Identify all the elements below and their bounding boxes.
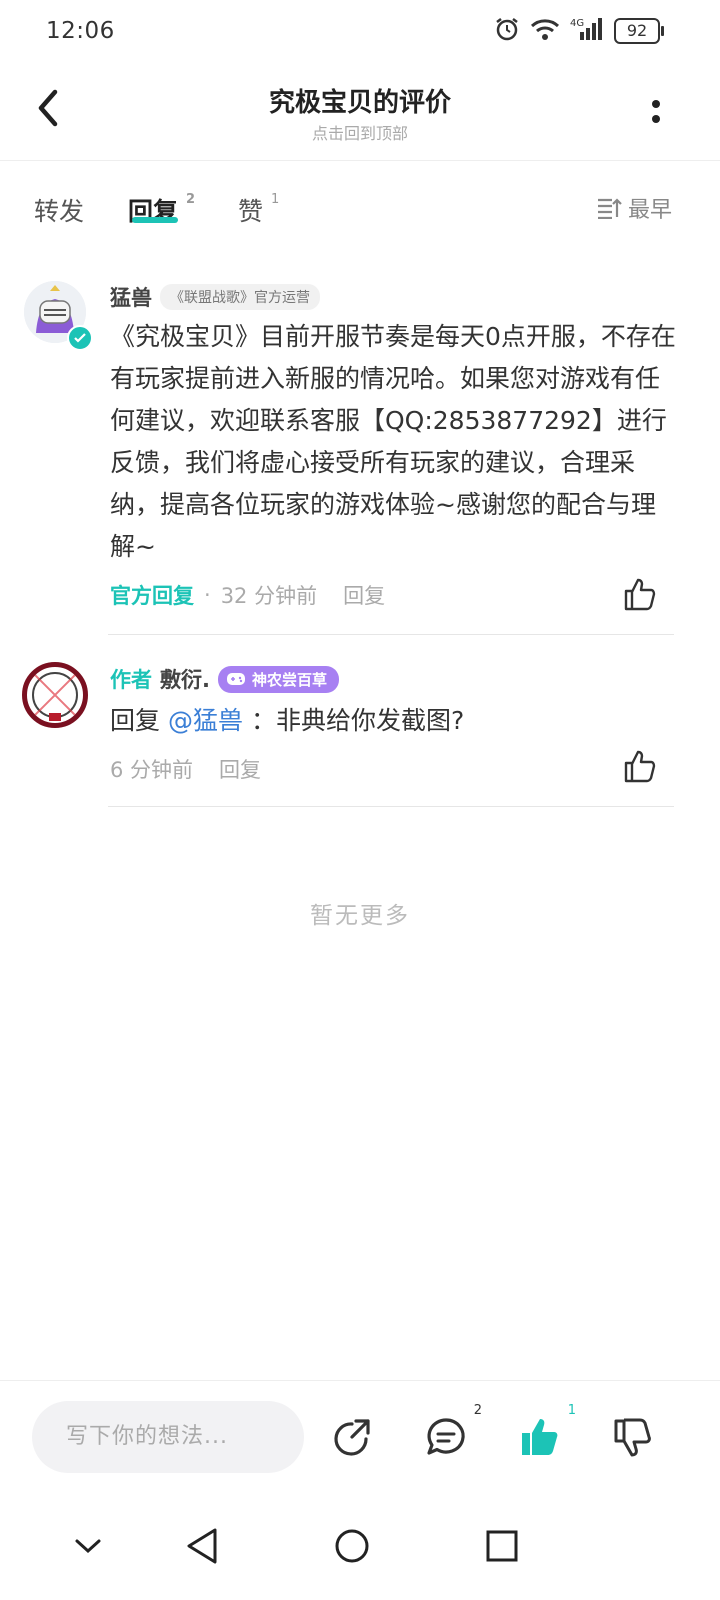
battery-indicator: 92 (614, 18, 664, 44)
username[interactable]: 敷衍. (160, 664, 210, 694)
header: 究极宝贝的评价 点击回到顶部 (0, 64, 720, 161)
dislike-button[interactable] (606, 1409, 662, 1465)
status-bar: 12:06 4G 92 (0, 0, 720, 64)
comment-meta: 官方回复 · 32 分钟前 回复 (110, 580, 385, 610)
more-options-button[interactable] (636, 92, 676, 132)
reply-prefix: 回复 (110, 706, 161, 735)
avatar-badge-image (27, 667, 83, 723)
reply-button[interactable]: 回复 (219, 754, 261, 784)
page-title: 究极宝贝的评价 (268, 88, 451, 118)
status-icons: 4G 92 (494, 16, 664, 46)
comment-header: 作者 敷衍. 神农尝百草 (110, 664, 339, 694)
tab-replies-count: 2 (186, 192, 196, 207)
dot-separator: · (204, 583, 211, 607)
comment-button[interactable]: 2 (418, 1403, 482, 1465)
tab-forward-label: 转发 (34, 197, 85, 226)
nav-home-button[interactable] (326, 1520, 378, 1572)
comment-count: 2 (473, 1403, 482, 1418)
wifi-icon (530, 17, 560, 45)
game-badge-label: 神农尝百草 (251, 670, 327, 689)
comment-time: 6 分钟前 (110, 758, 194, 782)
comment-header: 猛兽 《联盟战歌》官方运营 (110, 282, 320, 312)
role-badge: 《联盟战歌》官方运营 (160, 284, 320, 310)
signal-icon: 4G (570, 16, 604, 46)
gamepad-icon (226, 673, 245, 685)
comment-icon (427, 1418, 465, 1455)
comment-input[interactable]: 写下你的想法... (32, 1401, 304, 1473)
comment-text: ：非典给你发截图? (250, 706, 465, 735)
nav-back-button[interactable] (176, 1520, 228, 1572)
comment-text: 《究极宝贝》目前开服节奏是每天0点开服，不存在有玩家提前进入新服的情况哈。如果您… (110, 322, 676, 561)
comment-meta: 6 分钟前 回复 (110, 754, 261, 784)
no-more-text: 暂无更多 (310, 903, 410, 929)
thumbs-down-icon (614, 1418, 651, 1457)
tab-forward[interactable]: 转发 (34, 192, 84, 228)
nav-collapse-button[interactable] (62, 1520, 114, 1572)
bottom-action-bar: 写下你的想法... 2 1 (0, 1380, 720, 1491)
author-tag: 作者 (110, 668, 152, 692)
tab-likes-label: 赞 (238, 197, 264, 226)
divider (108, 634, 674, 635)
mention-link[interactable]: @猛兽 (168, 706, 243, 735)
network-type: 4G (570, 18, 584, 29)
thumbs-up-filled-icon (522, 1419, 558, 1455)
verified-icon (67, 325, 93, 351)
share-button[interactable] (324, 1409, 380, 1465)
official-reply-tag: 官方回复 (110, 584, 194, 608)
thumbs-up-icon (624, 750, 656, 783)
username[interactable]: 猛兽 (110, 282, 152, 312)
triangle-back-icon (187, 1528, 217, 1564)
game-badge[interactable]: 神农尝百草 (217, 665, 339, 693)
active-tab-indicator (132, 217, 178, 223)
thumbs-up-icon (624, 578, 656, 611)
like-button[interactable] (618, 744, 662, 788)
circle-home-icon (335, 1529, 369, 1563)
more-vertical-icon (652, 100, 660, 123)
scroll-to-top-hint[interactable]: 点击回到顶部 (0, 120, 720, 144)
avatar[interactable] (22, 662, 88, 728)
system-nav-bar (0, 1490, 720, 1600)
sort-label: 最早 (627, 198, 672, 223)
chevron-down-icon (75, 1539, 101, 1554)
reply-text: 回复 @猛兽 ：非典给你发截图? (110, 700, 680, 742)
share-icon (334, 1419, 370, 1456)
like-button[interactable] (618, 572, 662, 616)
like-count: 1 (567, 1403, 576, 1418)
nav-recents-button[interactable] (476, 1520, 528, 1572)
reply-button[interactable]: 回复 (343, 580, 385, 610)
tab-likes-count: 1 (271, 192, 280, 207)
status-time: 12:06 (46, 18, 115, 44)
square-recents-icon (486, 1530, 518, 1562)
alarm-icon (494, 16, 520, 46)
comment-time: 32 分钟前 (220, 584, 318, 608)
sort-button[interactable]: 最早 (596, 192, 672, 224)
divider (108, 806, 674, 807)
sort-icon (597, 198, 622, 219)
like-button[interactable]: 1 (512, 1403, 576, 1465)
tab-likes[interactable]: 赞1 (238, 192, 279, 228)
